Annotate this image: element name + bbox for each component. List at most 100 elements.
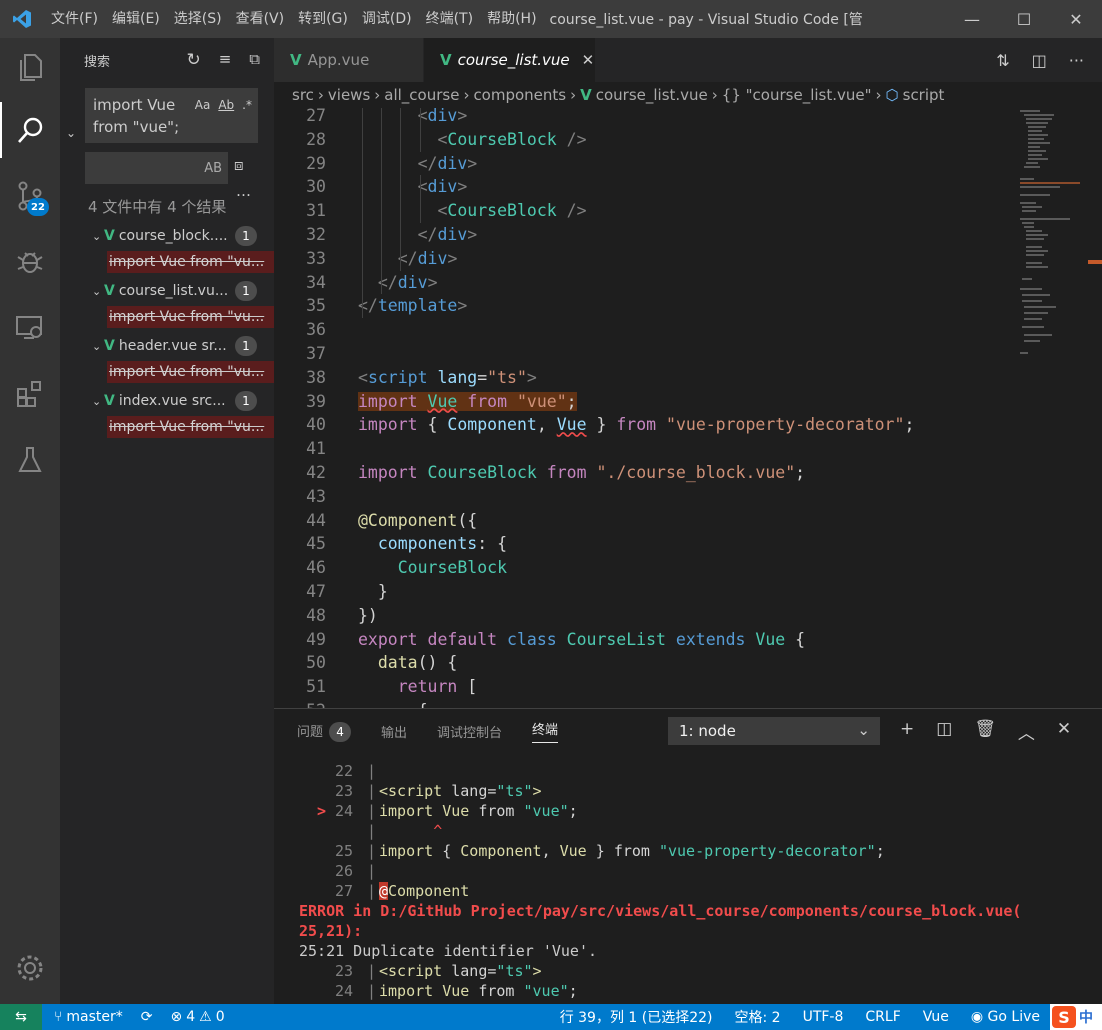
status-bar: ⇆ ⑂ master* ⟳ ⊗ 4 ⚠ 0 行 39，列 1 (已选择22) 空格: … <box>0 1004 1102 1030</box>
code-text: } <box>377 582 388 601</box>
line-number: 43 <box>306 486 326 506</box>
search-icon[interactable] <box>0 102 60 158</box>
terminal-line: >24 | import Vue from "vue"; <box>274 801 1102 821</box>
line-number: 40 <box>306 415 326 435</box>
source-control-icon[interactable] <box>0 168 60 224</box>
close-tab-icon[interactable]: ✕ <box>582 51 595 69</box>
regex-icon[interactable]: .* <box>242 94 252 116</box>
tab-problems[interactable]: 问题 4 <box>297 721 352 742</box>
code-line: 39 import Vue from "vue"; <box>274 390 1016 414</box>
menu-item[interactable]: 转到(G) <box>291 0 355 38</box>
settings-gear-icon[interactable] <box>0 940 60 996</box>
more-actions-icon[interactable]: ··· <box>1069 51 1084 70</box>
branch-indicator[interactable]: ⑂ master* <box>54 1009 123 1025</box>
search-result-file[interactable]: ⌄ Vcourse_list.vu... 1 <box>60 279 274 303</box>
terminal-line: 22 | <box>274 761 1102 781</box>
line-number: 32 <box>306 225 326 244</box>
new-terminal-icon[interactable]: + <box>900 719 914 744</box>
breadcrumb-item[interactable]: all_course <box>384 86 459 104</box>
menu-item[interactable]: 文件(F) <box>44 0 105 38</box>
whole-word-icon[interactable]: Ab <box>218 94 234 116</box>
search-result-match[interactable]: import Vue from "vu... <box>107 306 274 328</box>
clear-results-icon[interactable]: ≡ <box>219 50 232 70</box>
toggle-replace-icon[interactable]: ⌄ <box>66 126 76 140</box>
terminal-line: 23 | <script lang="ts"> <box>274 961 1102 981</box>
breadcrumb: src › views › all_course › components › V co… <box>274 82 1102 108</box>
breadcrumb-item[interactable]: course_list.vue <box>596 86 708 104</box>
remote-icon[interactable]: ⇆ <box>0 1004 42 1030</box>
code-line: 51 return [ <box>274 675 1016 699</box>
line-number: 36 <box>306 320 326 340</box>
encoding[interactable]: UTF-8 <box>803 1009 844 1025</box>
code-line: 52 { <box>274 699 1016 708</box>
ime-indicator[interactable]: S中 <box>1050 1004 1102 1030</box>
cursor-position[interactable]: 行 39，列 1 (已选择22) <box>560 1007 713 1027</box>
remote-explorer-icon[interactable] <box>0 300 60 356</box>
breadcrumb-item[interactable]: views <box>328 86 370 104</box>
breadcrumb-item[interactable]: src <box>292 86 314 104</box>
indentation[interactable]: 空格: 2 <box>735 1007 781 1027</box>
result-file-name: index.vue src... <box>118 393 226 409</box>
code-text: components: { <box>377 534 508 554</box>
menu-item[interactable]: 查看(V) <box>229 0 292 38</box>
more-options-icon[interactable]: … <box>236 182 251 200</box>
search-input[interactable]: import Vue from "vue"; Aa Ab .* <box>85 88 258 143</box>
close-icon[interactable]: ✕ <box>1050 0 1102 38</box>
preserve-case-icon[interactable]: AB <box>204 161 222 176</box>
match-case-icon[interactable]: Aa <box>195 94 211 116</box>
menu-item[interactable]: 调试(D) <box>355 0 419 38</box>
code-line: 37 <box>274 342 1016 366</box>
menu-item[interactable]: 选择(S) <box>167 0 229 38</box>
minimize-icon[interactable]: — <box>946 0 998 38</box>
go-live-button[interactable]: ◉ Go Live <box>971 1009 1040 1025</box>
search-result-file[interactable]: ⌄ Vheader.vue sr... 1 <box>60 334 274 358</box>
language-mode[interactable]: Vue <box>923 1009 949 1025</box>
breadcrumb-item[interactable]: script <box>903 86 945 104</box>
search-result-match[interactable]: import Vue from "vu... <box>107 361 274 383</box>
test-flask-icon[interactable] <box>0 432 60 488</box>
code-editor[interactable]: 27 <div> 28 <CourseBlock /> 29 </div> 30 <d… <box>274 108 1016 708</box>
menu-item[interactable]: 帮助(H) <box>480 0 543 38</box>
breadcrumb-item[interactable]: {} "course_list.vue" <box>722 86 872 104</box>
split-terminal-icon[interactable]: ◫ <box>936 719 952 744</box>
collapse-all-icon[interactable]: ⧉ <box>249 50 260 70</box>
minimap[interactable] <box>1016 108 1102 708</box>
maximize-panel-icon[interactable]: ︿ <box>1018 719 1035 744</box>
tab-debug-console[interactable]: 调试控制台 <box>437 722 502 741</box>
window-title: course_list.vue - pay - Visual Studio Co… <box>549 12 862 28</box>
search-result-match[interactable]: import Vue from "vu... <box>107 416 274 438</box>
problems-indicator[interactable]: ⊗ 4 ⚠ 0 <box>171 1009 225 1025</box>
tab-terminal[interactable]: 终端 <box>532 719 559 743</box>
refresh-icon[interactable]: ↻ <box>186 50 200 70</box>
code-text: <div> <box>417 177 468 197</box>
end-of-line[interactable]: CRLF <box>865 1009 900 1025</box>
result-file-name: course_list.vu... <box>118 283 229 299</box>
explorer-icon[interactable] <box>0 40 60 96</box>
tab-app-vue[interactable]: V App.vue <box>274 38 424 82</box>
terminal-select[interactable]: 1: node ⌄ <box>668 717 880 745</box>
code-line: 38 <script lang="ts"> <box>274 366 1016 390</box>
menu-item[interactable]: 终端(T) <box>419 0 480 38</box>
menu-item[interactable]: 编辑(E) <box>105 0 167 38</box>
open-changes-icon[interactable]: ⇅ <box>996 51 1009 70</box>
code-line: 36 <box>274 318 1016 342</box>
debug-icon[interactable] <box>0 234 60 290</box>
line-number: 35 <box>306 296 326 316</box>
maximize-icon[interactable]: ☐ <box>998 0 1050 38</box>
line-number: 52 <box>274 699 326 708</box>
search-result-match[interactable]: import Vue from "vu... <box>107 251 274 273</box>
search-result-file[interactable]: ⌄ Vcourse_block.... 1 <box>60 224 274 248</box>
kill-terminal-icon[interactable]: 🗑 <box>974 719 996 744</box>
tab-course-list-vue[interactable]: V course_list.vue ✕ <box>424 38 596 82</box>
search-result-file[interactable]: ⌄ Vindex.vue src... 1 <box>60 389 274 413</box>
breadcrumb-item[interactable]: components <box>473 86 566 104</box>
close-panel-icon[interactable]: ✕ <box>1057 719 1071 744</box>
tab-output[interactable]: 输出 <box>381 722 407 741</box>
replace-input[interactable]: AB <box>85 152 228 184</box>
replace-all-icon[interactable]: ⧈ <box>234 156 244 174</box>
split-editor-icon[interactable]: ◫ <box>1032 51 1047 70</box>
indent-guide <box>381 108 382 295</box>
sidebar-actions: ↻ ≡ ⧉ <box>186 50 260 70</box>
sync-icon[interactable]: ⟳ <box>141 1009 153 1025</box>
extensions-icon[interactable] <box>0 366 60 422</box>
